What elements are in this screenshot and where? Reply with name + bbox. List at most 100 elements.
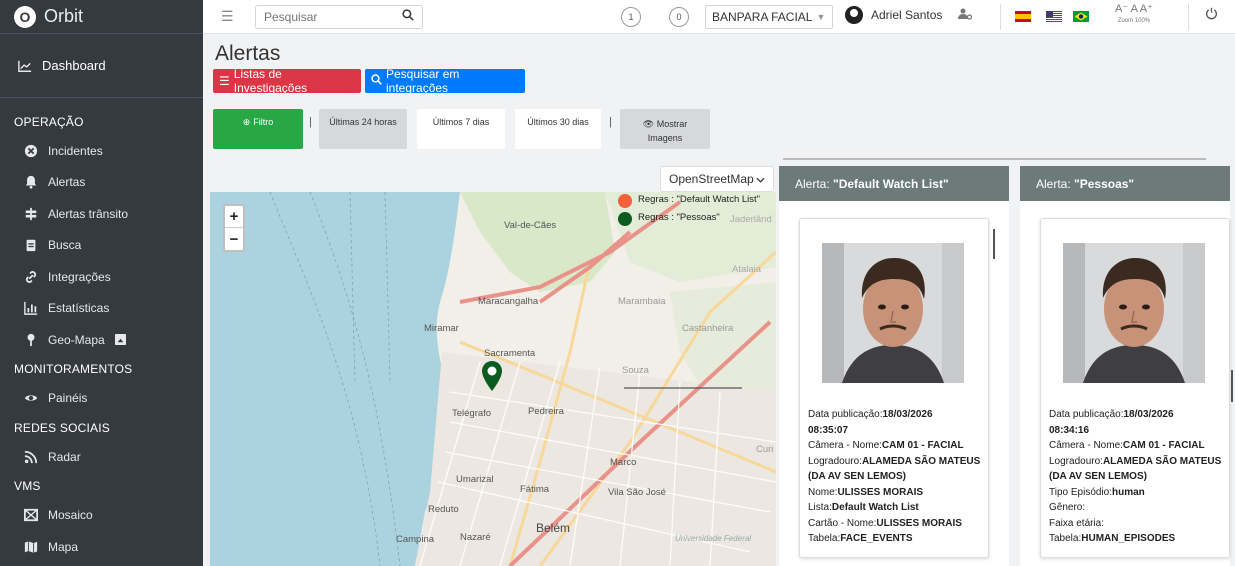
- org-select-value: BANPARA FACIAL: [712, 10, 813, 24]
- hamburger-icon[interactable]: ☰: [221, 8, 239, 25]
- alert-field: Faixa etária:: [1049, 517, 1105, 529]
- search-input[interactable]: [264, 9, 384, 24]
- traffic-sign-icon: [24, 207, 38, 221]
- zoom-level: Zoom 100%: [1117, 18, 1151, 24]
- zoom-in-button[interactable]: +: [225, 206, 243, 228]
- flag-brazil-icon[interactable]: [1073, 11, 1089, 22]
- sidebar-item-incidentes[interactable]: Incidentes: [0, 135, 203, 167]
- search-icon: [371, 74, 382, 88]
- sidebar-item-busca[interactable]: Busca: [0, 230, 203, 262]
- last-24h-button[interactable]: Últimas 24 horas: [319, 109, 407, 149]
- sidebar-item-estatisticas[interactable]: Estatísticas: [0, 293, 203, 325]
- sidebar-item-dashboard[interactable]: Dashboard: [0, 34, 203, 98]
- map-place-label: Marambaia: [618, 296, 666, 307]
- sidebar-item-label: Dashboard: [42, 58, 106, 73]
- sidebar-item-alertas-transito[interactable]: Alertas trânsito: [0, 198, 203, 230]
- alert-panel: Alerta: "Pessoas" Data publicação:18/03/2…: [1020, 166, 1230, 566]
- search-icon[interactable]: [402, 9, 414, 24]
- power-icon[interactable]: [1205, 7, 1218, 23]
- zoom-control: + −: [223, 204, 245, 252]
- sidebar-item-mapa[interactable]: Mapa: [0, 531, 203, 563]
- sidebar: O Orbit Dashboard OPERAÇÃO Incidentes Aler…: [0, 0, 203, 566]
- alert-details: Data publicação:18/03/2026 08:34:16 Câmera…: [1049, 407, 1221, 547]
- alert-details: Data publicação:18/03/2026 08:35:07 Câmera…: [808, 407, 980, 547]
- separator: |: [309, 116, 312, 128]
- sidebar-item-label: Geo-Mapa: [48, 332, 105, 347]
- clipboard-icon: [24, 238, 38, 252]
- brand-name: Orbit: [44, 6, 84, 26]
- map-place-label: Belém: [536, 521, 571, 535]
- divider: [1188, 4, 1189, 30]
- map-layer-value: OpenStreetMap: [669, 172, 754, 186]
- map-place-label: Sacramenta: [484, 348, 536, 359]
- sidebar-item-radar[interactable]: Radar: [0, 441, 203, 473]
- sidebar-item-mosaico[interactable]: Mosaico: [0, 500, 203, 532]
- map-layer-select[interactable]: OpenStreetMap: [660, 166, 774, 192]
- zoom-out-button[interactable]: −: [225, 228, 243, 250]
- show-images-button[interactable]: 👁 Mostrar Imagens: [620, 109, 710, 149]
- face-photo[interactable]: [1063, 243, 1205, 383]
- sidebar-section-header: VMS: [14, 479, 41, 493]
- map-place-label: Marco: [610, 457, 637, 468]
- map-place-label: Maracangalha: [478, 296, 539, 307]
- scrollbar[interactable]: [993, 229, 995, 259]
- font-zoom-control[interactable]: A⁻ A A⁺ Zoom 100%: [1115, 3, 1153, 27]
- legend-item[interactable]: Regras : "Default Watch List": [618, 194, 776, 208]
- notification-count-badge[interactable]: 1: [621, 7, 641, 27]
- alert-card[interactable]: Data publicação:18/03/2026 08:35:07 Câmera…: [799, 218, 995, 558]
- sidebar-section-header: REDES SOCIAIS: [14, 420, 110, 435]
- alert-panel-header: Alerta: "Pessoas": [1020, 166, 1230, 201]
- sidebar-item-label: Incidentes: [48, 143, 103, 158]
- sidebar-item-paineis[interactable]: Painéis: [0, 383, 203, 415]
- investigation-lists-button[interactable]: ☰ Listas de Investigações: [213, 67, 361, 95]
- user-name: Adriel Santos: [871, 8, 943, 22]
- brand-logo: O: [14, 5, 36, 28]
- investigation-lists-label: Listas de Investigações: [233, 67, 308, 95]
- page-scrollbar[interactable]: [1231, 370, 1233, 402]
- sidebar-item-label: Radar: [48, 449, 81, 464]
- topbar: ☰ 1 0 BANPARA FACIAL ▼ Adriel Santos A⁻ …: [203, 0, 1235, 34]
- sidebar-item-label: Estatísticas: [48, 301, 110, 316]
- external-link-icon: [114, 334, 126, 346]
- last-7d-button[interactable]: Últimos 7 dias: [417, 109, 505, 149]
- map-place-label: Castanheira: [682, 323, 734, 334]
- user-menu[interactable]: Adriel Santos: [845, 6, 973, 24]
- last-30d-button[interactable]: Últimos 30 dias: [515, 109, 601, 149]
- map-place-label: Vila São José: [608, 487, 666, 498]
- map-marker-pin-icon[interactable]: [481, 360, 503, 395]
- alert-field: Nome:ULISSES MORAIS: [808, 486, 924, 498]
- map[interactable]: + − Regras : "Default Watch List" Regras…: [210, 192, 776, 566]
- search-integrations-button[interactable]: Pesquisar em integrações: [365, 67, 525, 95]
- face-photo[interactable]: [822, 243, 964, 383]
- eye-icon: [24, 391, 38, 405]
- flag-usa-icon[interactable]: [1046, 11, 1062, 22]
- map-place-label: Pedreira: [528, 406, 564, 417]
- map-place-label: Campina: [396, 534, 435, 545]
- font-size-buttons[interactable]: A⁻ A A⁺: [1115, 3, 1153, 15]
- search-integrations-label: Pesquisar em integrações: [386, 67, 460, 95]
- link-icon: [24, 270, 38, 284]
- message-count-badge[interactable]: 0: [669, 7, 689, 27]
- alert-header-name: "Pessoas": [1070, 176, 1135, 191]
- sidebar-item-geo-mapa[interactable]: Geo-Mapa: [0, 324, 203, 356]
- line-chart-icon: [18, 59, 32, 73]
- map-place-label: Nazaré: [460, 532, 491, 543]
- sidebar-item-label: Integrações: [48, 269, 111, 284]
- orange-dot-icon: [618, 194, 632, 208]
- alert-header-label: Alerta:: [795, 176, 830, 191]
- user-settings-icon[interactable]: [958, 8, 973, 23]
- alert-card[interactable]: Data publicação:18/03/2026 08:34:16 Câmera…: [1040, 218, 1230, 558]
- sidebar-item-alertas[interactable]: Alertas: [0, 167, 203, 199]
- bell-icon: [24, 175, 38, 189]
- alert-field: Câmera - Nome:CAM 01 - FACIAL: [808, 440, 964, 451]
- sidebar-item-integracoes[interactable]: Integrações: [0, 261, 203, 293]
- org-select[interactable]: BANPARA FACIAL ▼: [705, 5, 833, 29]
- map-icon: [24, 540, 38, 554]
- search-box[interactable]: [255, 4, 423, 29]
- flag-spain-icon[interactable]: [1015, 11, 1031, 22]
- separator-line: [783, 158, 1206, 160]
- brand[interactable]: O Orbit: [0, 0, 203, 34]
- show-images-label-1: Mostrar: [656, 119, 688, 129]
- alert-field: (DA AV SEN LEMOS): [1049, 471, 1147, 482]
- filter-button[interactable]: ⊕ Filtro: [213, 109, 303, 149]
